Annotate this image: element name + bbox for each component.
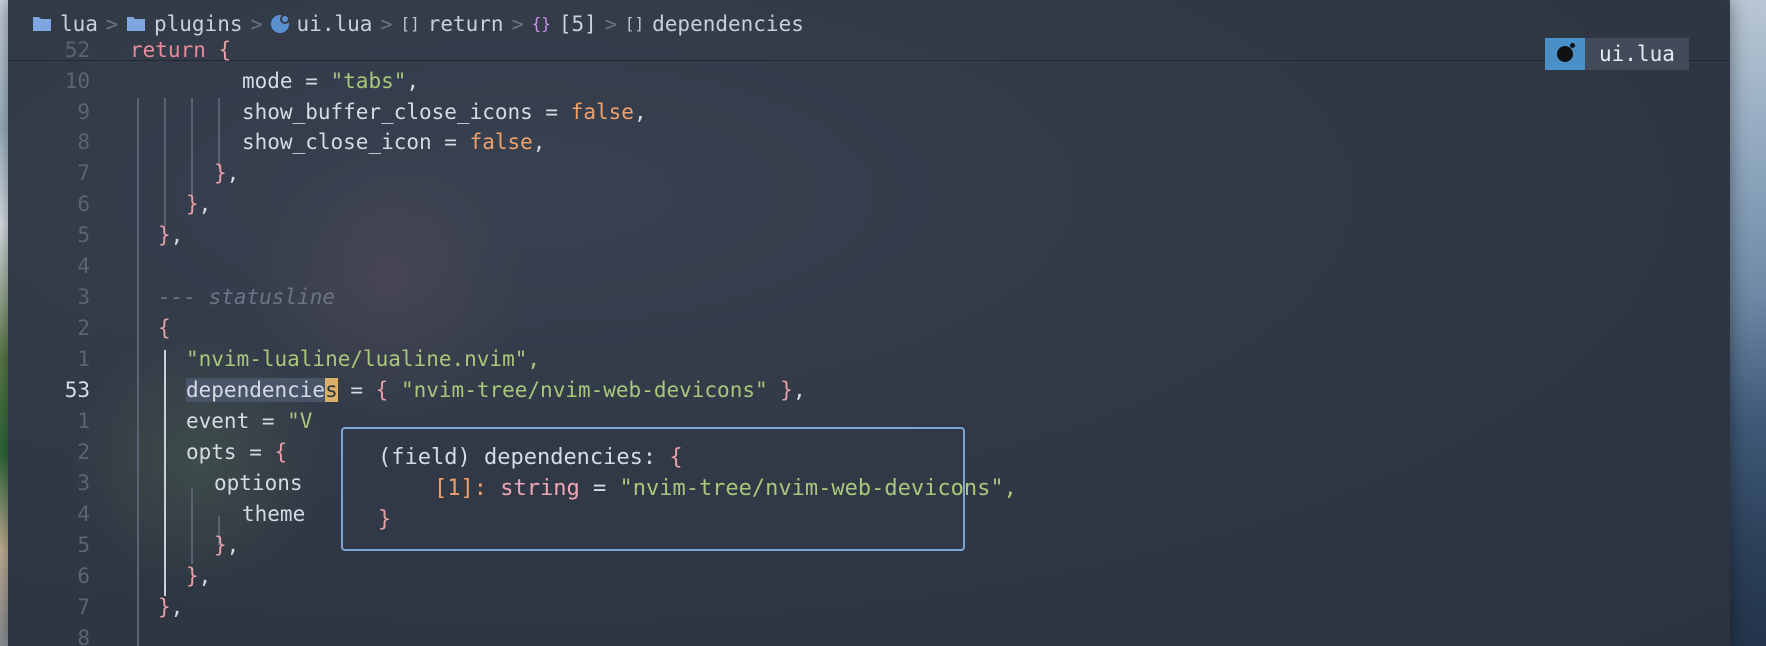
breadcrumb-separator: > [604, 11, 617, 36]
code-text: { [158, 315, 171, 340]
line-number: 4 [77, 253, 90, 278]
line-number: 8 [77, 625, 90, 646]
hover-closing-brace: } [378, 507, 392, 532]
array-icon: [] [624, 14, 645, 33]
code-line-current: 53 dependencies = { "nvim-tree/nvim-web-… [8, 374, 1730, 405]
line-number: 8 [77, 129, 90, 154]
breadcrumb-label: lua [60, 11, 98, 36]
desktop-background-right [1730, 0, 1766, 646]
line-number: 7 [77, 160, 90, 185]
line-number: 6 [77, 191, 90, 216]
line-number: 9 [77, 99, 90, 124]
line-number: 3 [77, 284, 90, 309]
breadcrumb-label: [5] [558, 11, 597, 36]
line-number: 5 [77, 222, 90, 247]
line-number: 52 [64, 37, 90, 62]
code-text: theme [242, 501, 306, 526]
text-cursor: s [325, 377, 338, 402]
line-number: 1 [77, 346, 90, 371]
line-number: 7 [77, 594, 90, 619]
code-line: 10 mode = "tabs", [8, 65, 1730, 96]
breadcrumb-separator: > [250, 11, 263, 36]
hover-popup: (field) dependencies: { [1]: string = "n… [341, 427, 1017, 551]
line-number: 2 [77, 315, 90, 340]
line-number: 53 [64, 377, 90, 402]
hover-field-entry: [1]: string = "nvim-tree/nvim-web-devico… [434, 476, 1017, 501]
breadcrumb-item-plugins[interactable]: plugins [126, 12, 243, 36]
folder-icon [32, 15, 52, 32]
breadcrumb-separator: > [380, 11, 393, 36]
code-line: 1 "nvim-lualine/lualine.nvim", [8, 343, 1730, 374]
code-line: 7 }, [8, 157, 1730, 188]
hover-signature: (field) dependencies: { [378, 445, 683, 470]
line-number: 5 [77, 532, 90, 557]
breadcrumb-label: ui.lua [296, 11, 373, 36]
breadcrumb-separator: > [105, 11, 118, 36]
code-text: "nvim-lualine/lualine.nvim", [186, 346, 541, 371]
breadcrumb-item-lua[interactable]: lua [32, 12, 98, 36]
code-line: 8 [8, 622, 1730, 646]
breadcrumb-label: plugins [153, 11, 243, 36]
code-line: 3 --- statusline [8, 281, 1730, 312]
array-icon: [] [400, 14, 420, 33]
breadcrumb-item-index[interactable]: {} [5] [532, 12, 597, 36]
code-line: 6 }, [8, 560, 1730, 591]
folder-icon [126, 15, 146, 32]
code-line: 8 show_close_icon = false, [8, 126, 1730, 157]
code-line: 52 return { [8, 34, 1730, 65]
line-number: 4 [77, 501, 90, 526]
breadcrumb-separator: > [511, 11, 524, 36]
breadcrumb-label: return [427, 11, 504, 36]
line-number: 2 [77, 439, 90, 464]
line-number: 6 [77, 563, 90, 588]
line-number: 3 [77, 470, 90, 495]
code-line: 4 [8, 250, 1730, 281]
code-line: 9 show_buffer_close_icons = false, [8, 96, 1730, 127]
code-comment: --- statusline [158, 284, 336, 309]
breadcrumb-label: dependencies [652, 11, 804, 36]
editor-window: lua > plugins > ui.lua > [] return > {} … [8, 0, 1730, 646]
breadcrumb-item-dependencies[interactable]: [] dependencies [625, 12, 804, 36]
desktop-background-left [0, 0, 8, 646]
breadcrumb-item-file[interactable]: ui.lua [270, 11, 373, 36]
breadcrumb-item-return[interactable]: [] return [400, 12, 503, 36]
code-line: 6 }, [8, 188, 1730, 219]
code-text: options [214, 470, 303, 495]
line-number: 1 [77, 408, 90, 433]
lua-file-icon [270, 13, 290, 33]
line-number: 10 [64, 68, 90, 93]
code-line: 2 { [8, 312, 1730, 343]
code-line: 7 }, [8, 591, 1730, 622]
object-icon: {} [531, 14, 551, 33]
code-line: 5 }, [8, 219, 1730, 250]
